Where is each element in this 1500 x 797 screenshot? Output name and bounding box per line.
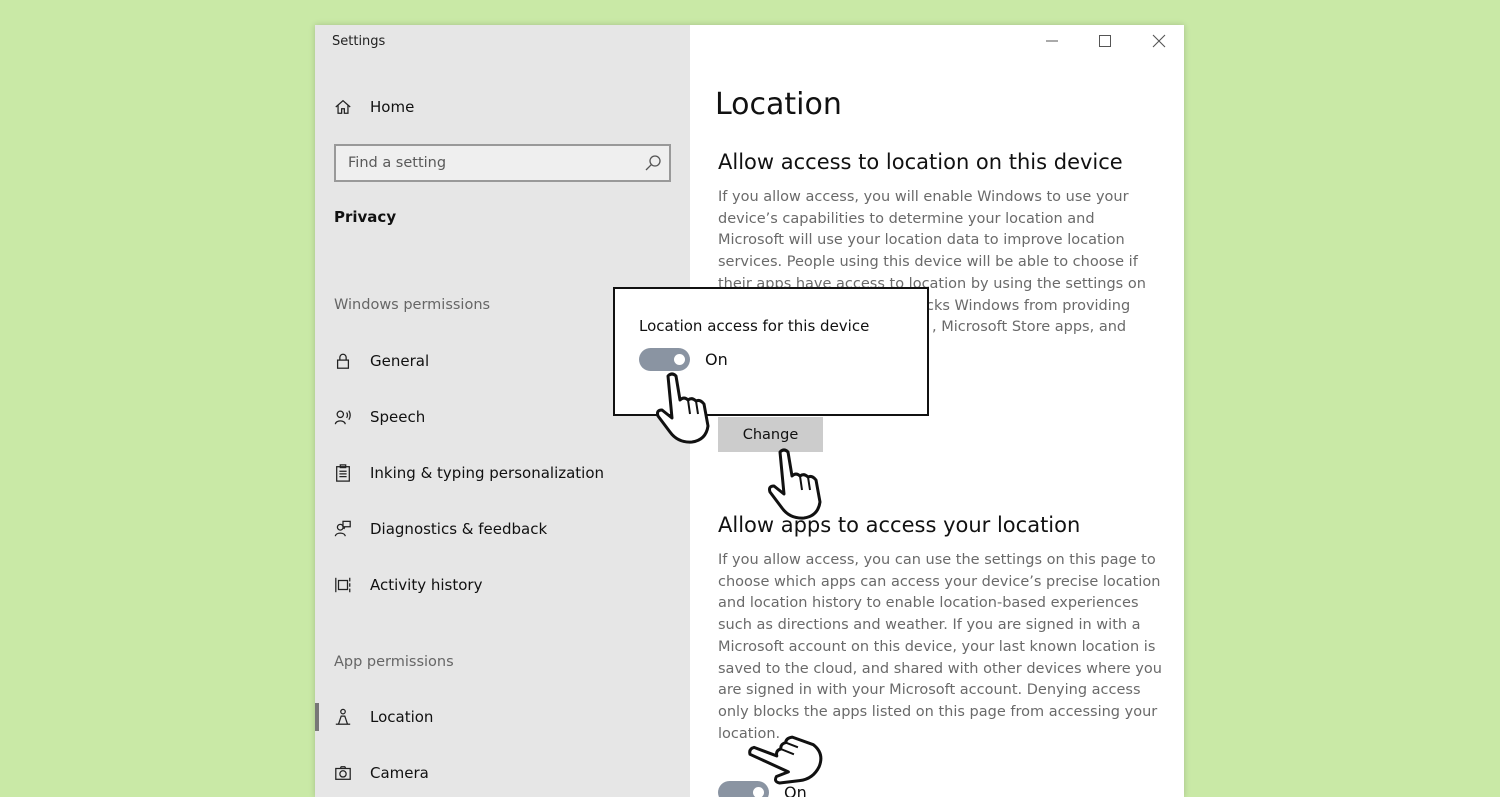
window-title: Settings: [332, 34, 386, 49]
sidebar-item-inking[interactable]: Inking & typing personalization: [333, 463, 604, 483]
sidebar-item-label: Inking & typing personalization: [370, 464, 605, 482]
popup-title: Location access for this device: [639, 317, 870, 335]
sidebar-item-label: General: [370, 352, 430, 370]
search-input[interactable]: [336, 146, 636, 180]
speech-icon: [333, 407, 353, 427]
page-title: Location: [715, 87, 842, 122]
search-icon[interactable]: [644, 154, 662, 172]
sidebar-item-label: Diagnostics & feedback: [370, 520, 548, 538]
minimize-icon: [1045, 33, 1059, 52]
search-box[interactable]: [334, 144, 671, 182]
home-icon: [333, 97, 353, 117]
sidebar-item-label: Activity history: [370, 576, 483, 594]
diagnostics-icon: [333, 519, 353, 539]
sidebar-item-activity-history[interactable]: Activity history: [333, 575, 482, 595]
pointer-hand-icon: [656, 372, 710, 444]
home-nav-item[interactable]: Home: [333, 97, 414, 117]
sidebar-item-camera[interactable]: Camera: [333, 763, 429, 783]
inking-icon: [333, 463, 353, 483]
minimize-button[interactable]: [1039, 31, 1065, 53]
close-button[interactable]: [1146, 31, 1172, 53]
close-icon: [1152, 33, 1166, 52]
app-permissions-heading: App permissions: [334, 654, 454, 670]
sidebar-item-general[interactable]: General: [333, 351, 429, 371]
toggle-knob: [753, 787, 764, 797]
pointer-hand-icon: [768, 448, 822, 520]
location-icon: [333, 707, 353, 727]
sidebar-item-speech[interactable]: Speech: [333, 407, 425, 427]
sidebar-item-label: Speech: [370, 408, 426, 426]
maximize-icon: [1098, 33, 1112, 52]
sidebar-item-label: Camera: [370, 764, 429, 782]
sidebar-item-location[interactable]: Location: [333, 707, 433, 727]
toggle-knob: [674, 354, 685, 365]
selection-indicator: [315, 703, 319, 731]
sidebar-item-diagnostics[interactable]: Diagnostics & feedback: [333, 519, 547, 539]
home-label: Home: [370, 98, 415, 116]
lock-icon: [333, 351, 353, 371]
category-heading: Privacy: [334, 208, 397, 226]
camera-icon: [333, 763, 353, 783]
activity-history-icon: [333, 575, 353, 595]
maximize-button[interactable]: [1092, 31, 1118, 53]
windows-permissions-heading: Windows permissions: [334, 297, 491, 313]
device-section-heading: Allow access to location on this device: [718, 150, 1123, 174]
sidebar-item-label: Location: [370, 708, 434, 726]
